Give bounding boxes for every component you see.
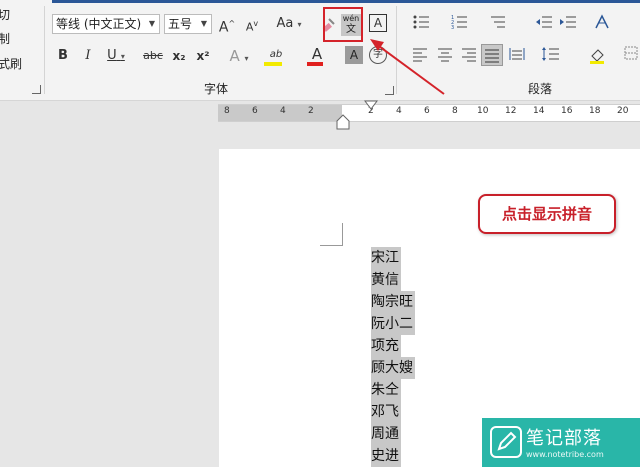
- text-line[interactable]: 周通: [371, 423, 401, 445]
- pen-logo-icon: [490, 426, 522, 458]
- justify-icon[interactable]: [481, 44, 503, 66]
- ruler-tick: 8: [452, 106, 458, 116]
- paragraph-group-label: 段落: [528, 82, 553, 96]
- phonetic-guide-highlight-box: [323, 7, 363, 42]
- clipboard-launcher-icon[interactable]: [32, 85, 41, 94]
- ruler-tick: 16: [561, 106, 573, 116]
- chevron-down-icon: ▼: [148, 19, 155, 28]
- numbering-icon[interactable]: 123: [448, 14, 476, 34]
- cut-button[interactable]: 剪切: [0, 6, 10, 23]
- underline-button[interactable]: U ▾: [104, 46, 128, 66]
- text-line[interactable]: 宋江: [371, 247, 401, 269]
- text-line[interactable]: 阮小二: [371, 313, 415, 335]
- subscript-button[interactable]: x₂: [170, 46, 188, 66]
- ruler-tick: 14: [533, 106, 545, 116]
- ruler-tick: 8: [224, 106, 230, 116]
- shading-icon[interactable]: [585, 46, 613, 66]
- font-color-button[interactable]: A: [305, 44, 329, 66]
- horizontal-ruler[interactable]: 8 6 4 2 2 4 6 8 10 12 14 16 18 20: [218, 104, 640, 122]
- ruler-tick: 4: [396, 106, 402, 116]
- text-line[interactable]: 项充: [371, 335, 401, 357]
- hanging-indent-marker-icon[interactable]: [336, 114, 350, 130]
- copy-button[interactable]: 复制: [0, 30, 10, 47]
- text-line[interactable]: 邓飞: [371, 401, 401, 423]
- shrink-font-button[interactable]: Av: [243, 14, 261, 34]
- text-line[interactable]: 顾大嫂: [371, 357, 415, 379]
- decrease-indent-icon[interactable]: [534, 14, 554, 34]
- callout-label: 点击显示拼音: [478, 194, 616, 234]
- ruler-tick: 6: [424, 106, 430, 116]
- annotation-arrow: [370, 39, 445, 95]
- watermark: 笔记部落 www.notetribe.com: [482, 418, 640, 467]
- ruler-tick: 2: [308, 106, 314, 116]
- text-line[interactable]: 黄信: [371, 269, 401, 291]
- text-line[interactable]: 史进: [371, 445, 401, 467]
- strikethrough-button[interactable]: abc: [140, 46, 166, 66]
- font-size-combo[interactable]: 五号 ▼: [164, 14, 212, 34]
- text-line[interactable]: 陶宗旺: [371, 291, 415, 313]
- line-spacing-icon[interactable]: [538, 46, 566, 66]
- italic-button[interactable]: I: [80, 46, 96, 66]
- ruler-tick: 18: [589, 106, 601, 116]
- text-line[interactable]: 朱仝: [371, 379, 401, 401]
- font-name-combo[interactable]: 等线 (中文正文) ▼: [52, 14, 160, 34]
- group-divider: [44, 6, 45, 94]
- format-painter-button[interactable]: 格式刷: [0, 55, 22, 72]
- ruler-tick: 6: [252, 106, 258, 116]
- ribbon-accent-bar: [52, 0, 640, 3]
- watermark-url: www.notetribe.com: [526, 450, 604, 459]
- highlight-button[interactable]: ab: [262, 44, 290, 66]
- superscript-button[interactable]: x²: [194, 46, 212, 66]
- increase-indent-icon[interactable]: [558, 14, 578, 34]
- chevron-down-icon: ▾: [297, 20, 302, 29]
- chevron-down-icon: ▼: [200, 19, 207, 28]
- grow-font-button[interactable]: A^: [218, 14, 236, 36]
- chevron-down-icon: ▾: [120, 52, 125, 61]
- first-line-indent-marker-icon[interactable]: [364, 100, 378, 110]
- ruler-tick: 20: [617, 106, 629, 116]
- ruler-tick: 12: [505, 106, 517, 116]
- font-group-label: 字体: [204, 82, 229, 96]
- align-right-icon[interactable]: [459, 46, 479, 66]
- asian-layout-icon[interactable]: [590, 14, 618, 34]
- borders-icon[interactable]: [622, 46, 640, 66]
- distributed-icon[interactable]: [507, 46, 527, 66]
- ruler-tick: 10: [477, 106, 489, 116]
- change-case-button[interactable]: Aa ▾: [273, 14, 305, 34]
- ruler-tick: 4: [280, 106, 286, 116]
- highlight-color-swatch: [264, 62, 282, 66]
- multilevel-list-icon[interactable]: [486, 14, 514, 34]
- bold-button[interactable]: B: [55, 46, 71, 66]
- text-effects-button[interactable]: A ▾: [226, 46, 252, 66]
- svg-text:3: 3: [451, 25, 454, 30]
- ribbon: 剪切 复制 格式刷 等线 (中文正文)▼ 五号▼ A^ Av Aa ▾ wén …: [0, 0, 640, 101]
- font-color-swatch: [307, 62, 323, 66]
- chevron-down-icon: ▾: [244, 54, 249, 63]
- watermark-title: 笔记部落: [526, 428, 602, 449]
- margin-corner-mark: [320, 223, 343, 246]
